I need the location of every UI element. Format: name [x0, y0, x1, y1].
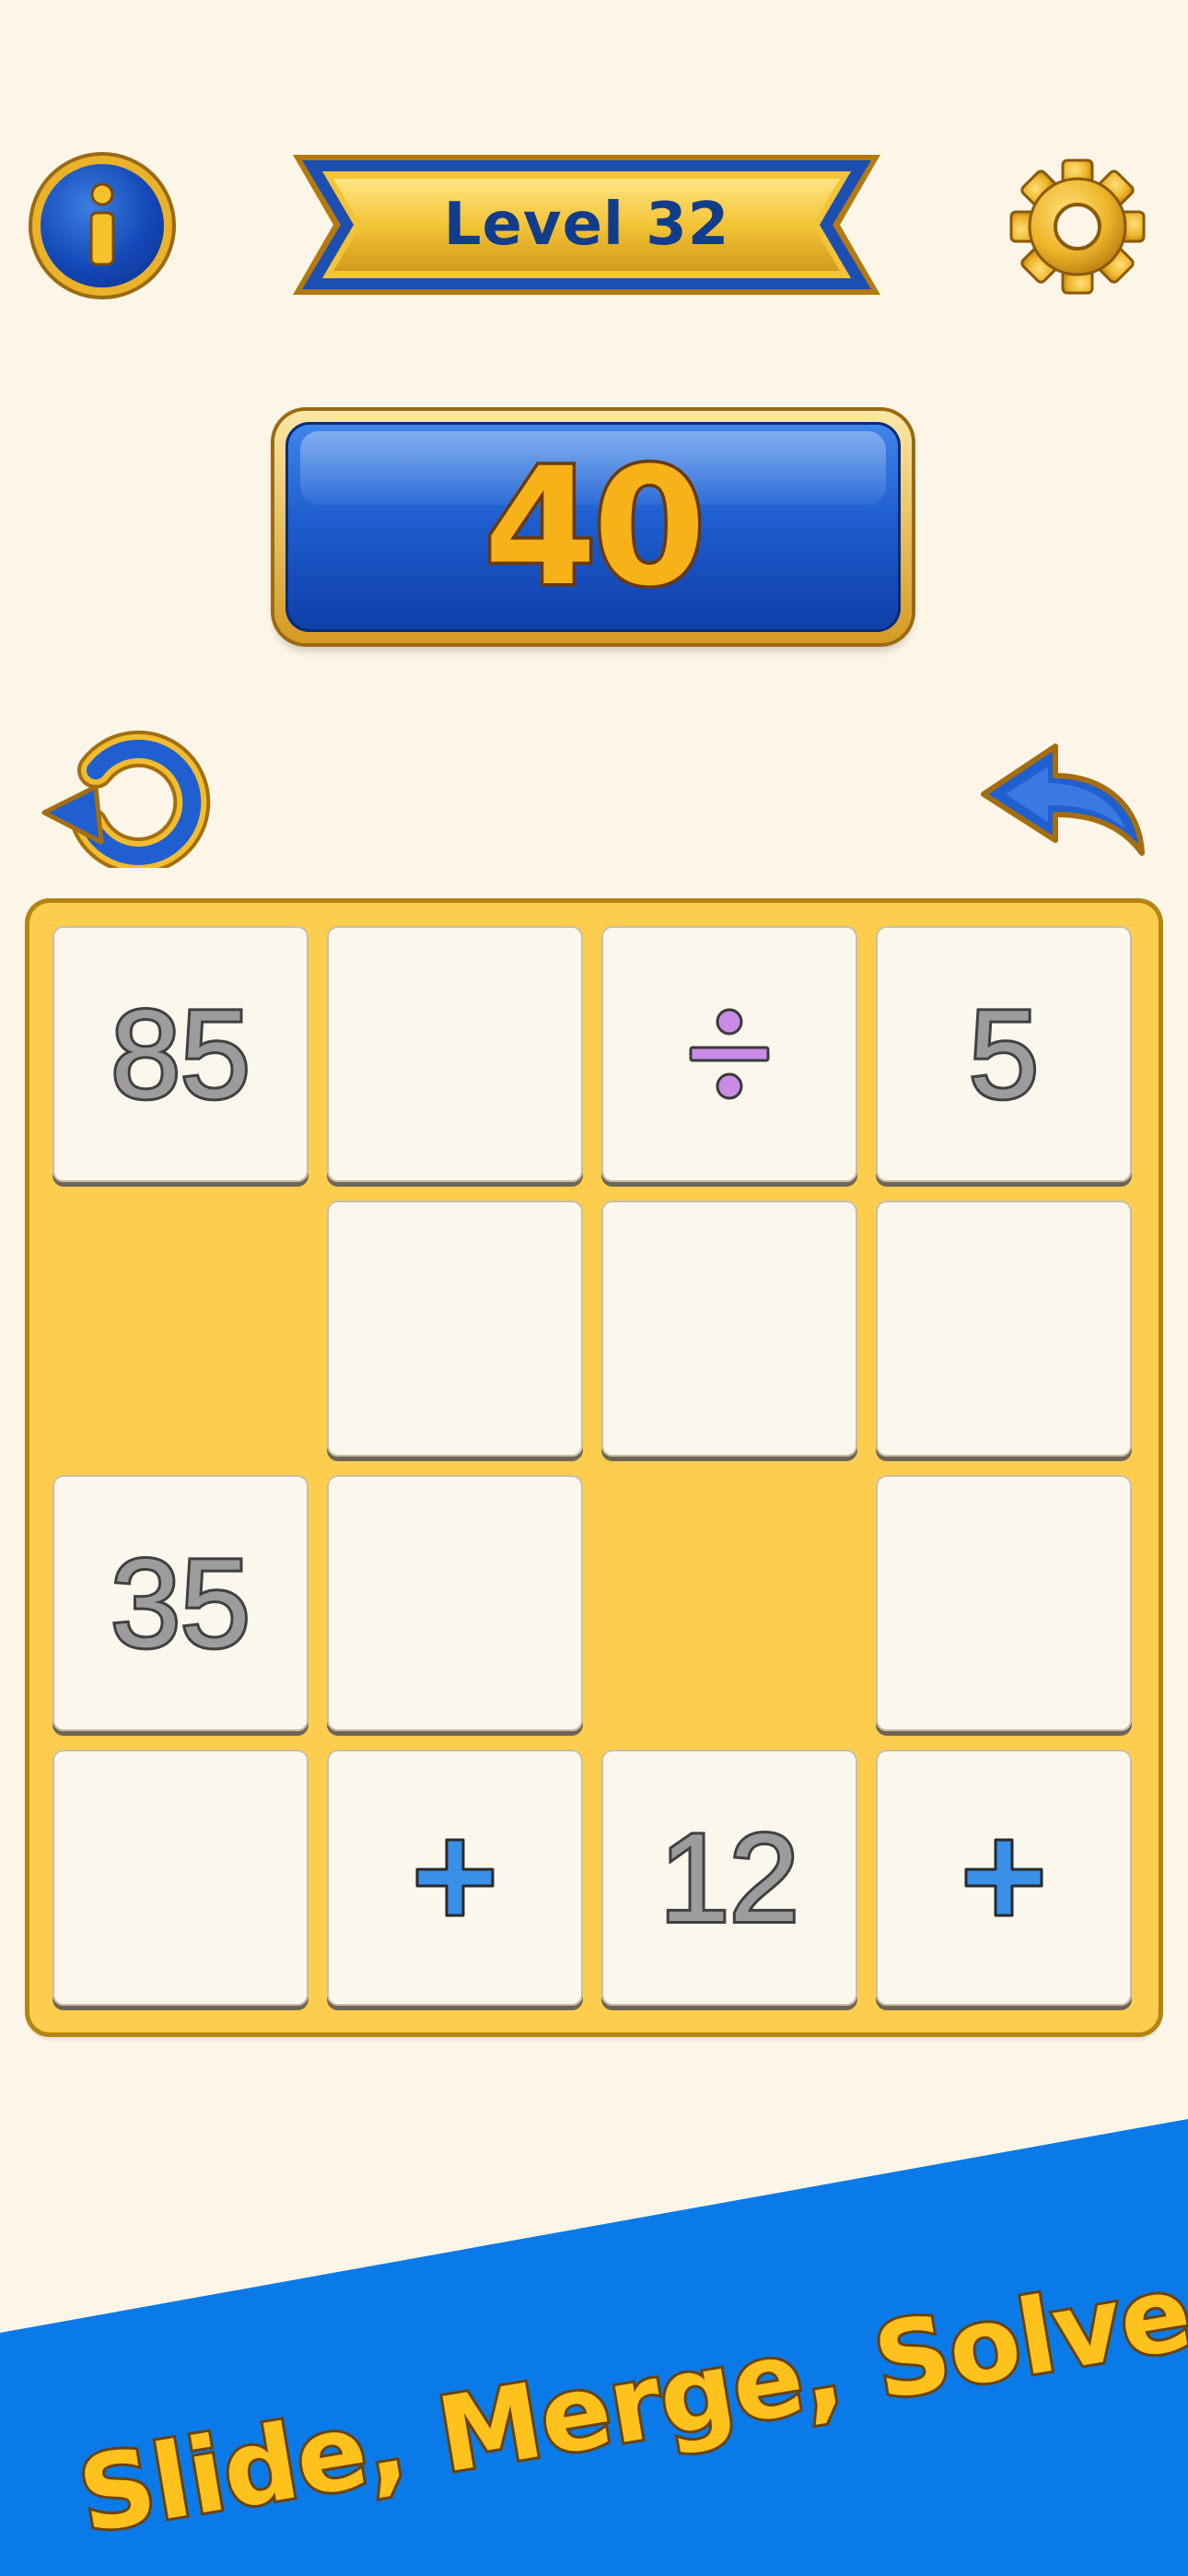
tile-blank[interactable] [52, 1750, 309, 2006]
tile-operator-plus[interactable] [327, 1750, 583, 2006]
tile-number-5[interactable]: 5 [876, 926, 1132, 1182]
plus-icon [415, 1838, 495, 1917]
level-banner: Level 32 [291, 151, 882, 299]
gear-icon [1009, 158, 1146, 295]
tile-number-85[interactable]: 85 [52, 926, 309, 1182]
level-label: Level 32 [443, 191, 730, 259]
tile-value: 35 [108, 1530, 252, 1676]
tile-blank[interactable] [876, 1475, 1132, 1731]
game-board: 85 5 35 12 [29, 903, 1159, 2032]
divide-icon [689, 1008, 770, 1100]
undo-button[interactable] [978, 737, 1151, 862]
target-inner: 40 [285, 422, 901, 632]
tile-number-12[interactable]: 12 [601, 1750, 857, 2006]
info-icon [89, 182, 115, 266]
empty-cell [601, 1475, 857, 1731]
tile-blank[interactable] [601, 1200, 857, 1457]
tile-operator-plus[interactable] [876, 1750, 1132, 2006]
tile-blank[interactable] [327, 1200, 583, 1457]
tile-blank[interactable] [327, 926, 583, 1182]
tile-number-35[interactable]: 35 [52, 1475, 309, 1731]
restart-icon [41, 730, 211, 874]
empty-cell [52, 1200, 309, 1457]
plus-icon [964, 1838, 1043, 1917]
target-display: 40 [274, 411, 912, 643]
settings-button[interactable] [1006, 155, 1149, 299]
tile-value: 12 [657, 1805, 801, 1950]
tile-operator-divide[interactable] [601, 926, 857, 1182]
tile-value: 85 [108, 981, 252, 1127]
restart-button[interactable] [37, 724, 212, 874]
info-button[interactable] [41, 164, 164, 287]
tile-blank[interactable] [876, 1200, 1132, 1457]
target-value: 40 [481, 429, 709, 625]
tile-blank[interactable] [327, 1475, 583, 1731]
tile-value: 5 [966, 981, 1042, 1127]
undo-arrow-icon [981, 744, 1145, 856]
